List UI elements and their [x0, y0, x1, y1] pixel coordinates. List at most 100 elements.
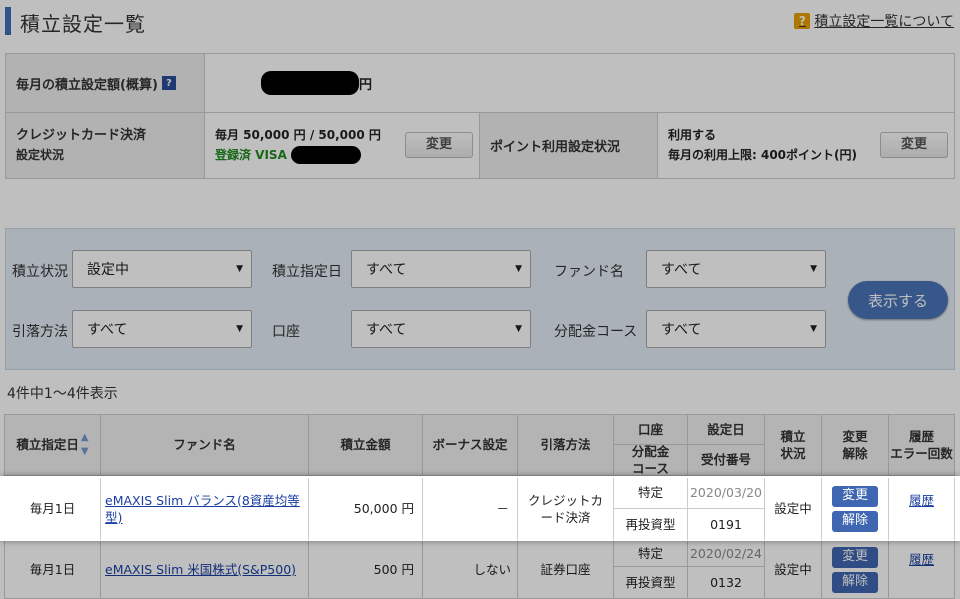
row1-setdate: 2020/03/20 [688, 478, 765, 509]
monthly-unit: 円 [359, 77, 373, 93]
th-receipt: 受付番号 [688, 445, 765, 476]
th-date[interactable]: 積立指定日 ▲ ▼ [5, 415, 101, 476]
filter-date-value: すべて [366, 262, 407, 278]
monthly-label: 毎月の積立設定額(概算) [16, 77, 158, 93]
th-course-2: コース [632, 461, 669, 476]
th-history: 履歴 エラー回数 [889, 415, 955, 476]
credit-change-button[interactable]: 変更 [405, 132, 473, 158]
row2-change-button[interactable]: 変更 [832, 546, 878, 568]
help-link-label[interactable]: 積立設定一覧について [814, 11, 954, 31]
filter-status-select[interactable]: 設定中 ▼ [72, 250, 252, 288]
filter-course-value: すべて [661, 322, 702, 338]
filter-method-select[interactable]: すべて ▼ [72, 310, 252, 348]
filter-fund-select[interactable]: すべて ▼ [646, 250, 826, 288]
filter-fund-value: すべて [661, 262, 702, 278]
filter-method-label: 引落方法 [12, 324, 68, 340]
row2-cancel-button[interactable]: 解除 [832, 571, 878, 593]
row1-history-link[interactable]: 履歴 [909, 492, 934, 510]
sort-icon[interactable]: ▲ ▼ [81, 431, 89, 459]
credit-amount: 毎月 50,000 円 / 50,000 円 [215, 128, 381, 143]
filter-fund-label: ファンド名 [554, 264, 624, 280]
help-question-icon: ? [794, 13, 811, 29]
row1-fund-link[interactable]: eMAXIS Slim バランス(8資産均等型) [105, 492, 304, 527]
filter-date-label: 積立指定日 [272, 264, 342, 280]
help-link[interactable]: ? 積立設定一覧について [794, 11, 954, 31]
chevron-down-icon: ▼ [810, 264, 817, 274]
row2-setdate: 2020/02/24 [688, 541, 765, 567]
credit-status: 登録済 VISA [215, 147, 287, 162]
th-date-label: 積立指定日 [16, 437, 79, 453]
th-method: 引落方法 [518, 415, 614, 476]
row2-status: 設定中 [765, 541, 822, 599]
summary-row-settings: クレジットカード決済 設定状況 毎月 50,000 円 / 50,000 円 登… [6, 113, 954, 178]
row1-date: 毎月1日 [5, 478, 101, 540]
filter-status-value: 設定中 [87, 262, 129, 278]
th-course-1: 分配金 [631, 443, 670, 459]
row2-receipt: 0132 [688, 567, 765, 599]
th-change: 変更 解除 [822, 415, 889, 476]
help-icon[interactable]: ? [161, 76, 176, 90]
filter-status-label: 積立状況 [12, 264, 68, 280]
th-history-1: 履歴 [908, 428, 934, 444]
chevron-down-icon: ▼ [236, 324, 243, 334]
row2-bonus: しない [423, 541, 518, 599]
row1-fund[interactable]: eMAXIS Slim バランス(8資産均等型) [101, 478, 309, 540]
chevron-down-icon: ▼ [515, 264, 522, 274]
redacted-card-number [291, 146, 362, 164]
filter-account-label: 口座 [272, 324, 300, 340]
row1-actions: 変更 解除 [822, 478, 889, 540]
filter-date-select[interactable]: すべて ▼ [351, 250, 531, 288]
chevron-down-icon: ▼ [810, 324, 817, 334]
point-use: 利用する [668, 128, 717, 143]
credit-value-cell: 毎月 50,000 円 / 50,000 円 登録済 VISA 変更 [205, 113, 480, 178]
title-accent-bar [5, 7, 11, 35]
row2-fund-link[interactable]: eMAXIS Slim 米国株式(S&P500) [105, 561, 296, 579]
row1-change-button[interactable]: 変更 [832, 486, 878, 507]
filter-method-value: すべて [87, 322, 128, 338]
filter-course-select[interactable]: すべて ▼ [646, 310, 826, 348]
row1-course: 再投資型 [614, 509, 688, 540]
row2-amount: 500 円 [309, 541, 423, 599]
filter-account-select[interactable]: すべて ▼ [351, 310, 531, 348]
th-fund: ファンド名 [101, 415, 309, 476]
result-count: 4件中1～4件表示 [7, 386, 118, 402]
row2-fund[interactable]: eMAXIS Slim 米国株式(S&P500) [101, 541, 309, 599]
credit-label-line2: 設定状況 [16, 148, 65, 163]
point-limit: 毎月の利用上限: 400ポイント(円) [668, 147, 857, 162]
row2-history-link[interactable]: 履歴 [909, 551, 934, 569]
point-label: ポイント利用設定状況 [490, 140, 621, 155]
th-history-2: エラー回数 [890, 446, 953, 461]
filter-account-value: すべて [366, 322, 407, 338]
th-bonus: ボーナス設定 [423, 415, 518, 476]
th-change-2: 解除 [842, 446, 868, 461]
point-value-cell: 利用する 毎月の利用上限: 400ポイント(円) 変更 [658, 113, 954, 178]
th-account: 口座 [614, 415, 688, 445]
row1-status: 設定中 [765, 478, 822, 540]
credit-label-cell: クレジットカード決済 設定状況 [6, 113, 205, 178]
row1-account: 特定 [614, 478, 688, 509]
filter-course-label: 分配金コース [554, 324, 638, 340]
row2-course: 再投資型 [614, 567, 688, 599]
row2-method: 証券口座 [518, 541, 614, 599]
page-title: 積立設定一覧 [20, 12, 146, 36]
row2-account: 特定 [614, 541, 688, 567]
row2-actions: 変更 解除 [822, 541, 889, 599]
th-setdate: 設定日 [688, 415, 765, 445]
monthly-value-cell: 円 [205, 54, 382, 112]
summary-table: 毎月の積立設定額(概算) ? 円 クレジットカード決済 設定状況 毎月 50,0… [5, 53, 955, 179]
show-button[interactable]: 表示する [848, 281, 948, 319]
credit-label-line1: クレジットカード決済 [16, 127, 147, 143]
th-amount: 積立金額 [309, 415, 423, 476]
chevron-down-icon: ▼ [236, 264, 243, 274]
chevron-down-icon: ▼ [515, 324, 522, 334]
monthly-label-cell: 毎月の積立設定額(概算) ? [6, 54, 205, 112]
row1-cancel-button[interactable]: 解除 [832, 511, 878, 532]
redacted-amount [261, 71, 359, 95]
row1-bonus: － [423, 478, 518, 540]
point-change-button[interactable]: 変更 [880, 132, 948, 158]
row1-method: クレジットカード決済 [518, 478, 614, 540]
row2-history: 履歴 [889, 541, 955, 599]
th-change-1: 変更 [842, 428, 868, 444]
th-status-2: 状況 [780, 446, 806, 461]
row1-history: 履歴 [889, 478, 955, 540]
